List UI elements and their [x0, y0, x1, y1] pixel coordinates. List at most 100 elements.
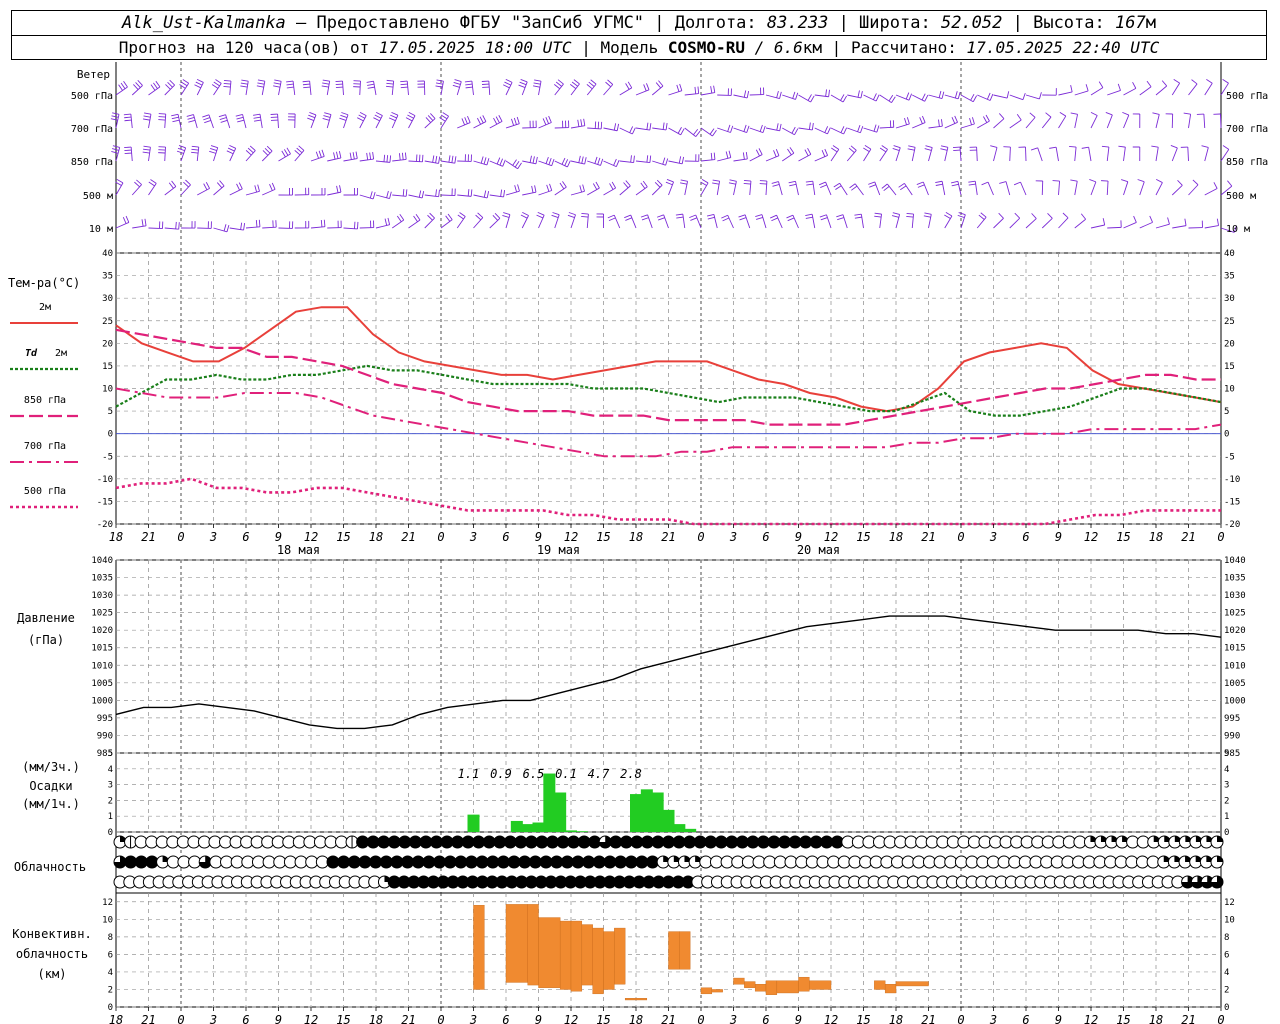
wind-barb-staff [974, 181, 978, 196]
conv-title2: облачность [16, 947, 88, 961]
pressure-tick-left: 1000 [91, 696, 113, 706]
wind-barb-feather [183, 181, 189, 188]
wind-barb-feather [1183, 112, 1191, 115]
wind-barb-feather [592, 183, 598, 190]
wind-barb [489, 115, 503, 129]
temp-tick-right: 0 [1224, 430, 1229, 440]
time-tick-label: 6 [1022, 530, 1029, 544]
wind-barb-feather [891, 96, 896, 103]
wind-barb-feather [408, 111, 416, 117]
wind-barb-feather [116, 178, 124, 184]
wind-barb-feather [986, 92, 991, 100]
wind-barb-staff [826, 214, 832, 229]
wind-barb-feather [690, 217, 698, 221]
wind-barb [1009, 212, 1021, 229]
wind-barb-feather [923, 215, 931, 218]
wind-barb-staff [976, 216, 987, 229]
wind-barb-feather [892, 212, 900, 215]
wind-barb [209, 145, 219, 162]
wind-barb-staff [733, 181, 737, 196]
wind-barb-feather [237, 119, 245, 123]
wind-barb-feather [124, 149, 132, 152]
wind-barb-staff [733, 158, 748, 162]
wind-barb-feather [1105, 111, 1113, 116]
temp-tick-right: 5 [1224, 407, 1229, 417]
wind-barb-feather [322, 82, 330, 85]
wind-barb [148, 221, 164, 230]
wind-barb-feather [402, 189, 405, 197]
wind-barb-staff [635, 89, 650, 96]
precip-bar [510, 820, 523, 832]
wind-barb-feather [341, 112, 349, 116]
wind-barb-feather [857, 90, 860, 98]
time-tick-label: 18 [629, 1013, 643, 1024]
wind-barb-feather [968, 183, 976, 186]
wind-barb-feather [980, 212, 987, 218]
wind-barb-feather [1101, 145, 1109, 148]
wind-barb-feather [273, 82, 281, 85]
wind-barb [191, 145, 200, 162]
wind-barb-feather [483, 157, 487, 165]
wind-barb-staff [471, 81, 474, 96]
time-tick-label: 0 [177, 1013, 184, 1024]
wind-barb-feather [475, 214, 482, 221]
wind-barb-staff [749, 154, 763, 162]
wind-barb-feather [366, 152, 369, 160]
wind-barb-feather [675, 213, 683, 216]
wind-barb-staff [408, 194, 423, 199]
wind-barb-feather [657, 217, 665, 221]
wind-barb-staff [164, 227, 179, 230]
wind-barb-feather [898, 183, 905, 188]
temp-tick-left: 15 [102, 362, 113, 372]
wind-barb [635, 83, 650, 96]
wind-barb-staff [245, 190, 260, 196]
wind-barb-staff [814, 94, 829, 98]
wind-barb-staff [148, 86, 161, 96]
wind-barb [863, 145, 872, 162]
wind-barb-feather [721, 214, 728, 219]
wind-barb [1188, 220, 1203, 229]
wind-barb-staff [944, 121, 958, 129]
wind-barb-feather [739, 217, 747, 221]
wind-barb-staff [854, 183, 864, 196]
wind-barb [1035, 180, 1044, 196]
wind-barb [473, 190, 490, 199]
wind-barb-feather [755, 214, 763, 218]
wind-barb-staff [1188, 184, 1199, 196]
wind-barb [124, 146, 133, 162]
wind-barb-feather [459, 212, 466, 217]
wind-barb-feather [435, 82, 444, 85]
wind-barb-staff [229, 227, 244, 231]
wind-barb [1003, 146, 1011, 162]
wind-barb-feather [235, 113, 243, 117]
wind-barb-feather [229, 144, 236, 149]
wind-barb-feather [391, 111, 399, 116]
wind-barb-feather [654, 181, 661, 188]
wind-barb-staff [1009, 119, 1022, 129]
wind-barb [1074, 84, 1089, 96]
wind-barb-staff [977, 120, 990, 129]
wind-barb [1049, 146, 1059, 162]
wind-barb [359, 152, 375, 162]
wind-barb [551, 212, 560, 229]
wind-barb [322, 112, 332, 129]
wind-barb-feather [407, 114, 414, 119]
wind-barb-staff [309, 81, 312, 96]
wind-barb-feather [677, 127, 682, 134]
wind-barb-feather [567, 214, 575, 219]
time-tick-label: 21 [401, 1013, 415, 1024]
wind-barb-feather [678, 156, 682, 164]
wind-barb-feather [712, 182, 720, 185]
wind-barb-feather [133, 84, 139, 90]
time-tick-label: 6 [762, 530, 769, 544]
wind-barb-feather [545, 156, 549, 164]
wind-barb-feather [1151, 145, 1159, 148]
wind-barb [881, 183, 897, 196]
wind-barb-feather [925, 145, 933, 148]
wind-barb-feather [1016, 114, 1022, 121]
wind-barb-feather [941, 91, 945, 99]
time-tick-label: 9 [795, 530, 802, 544]
wind-barb-feather [950, 180, 959, 184]
time-tick-label: 12 [564, 530, 578, 544]
wind-barb-staff [180, 83, 190, 96]
